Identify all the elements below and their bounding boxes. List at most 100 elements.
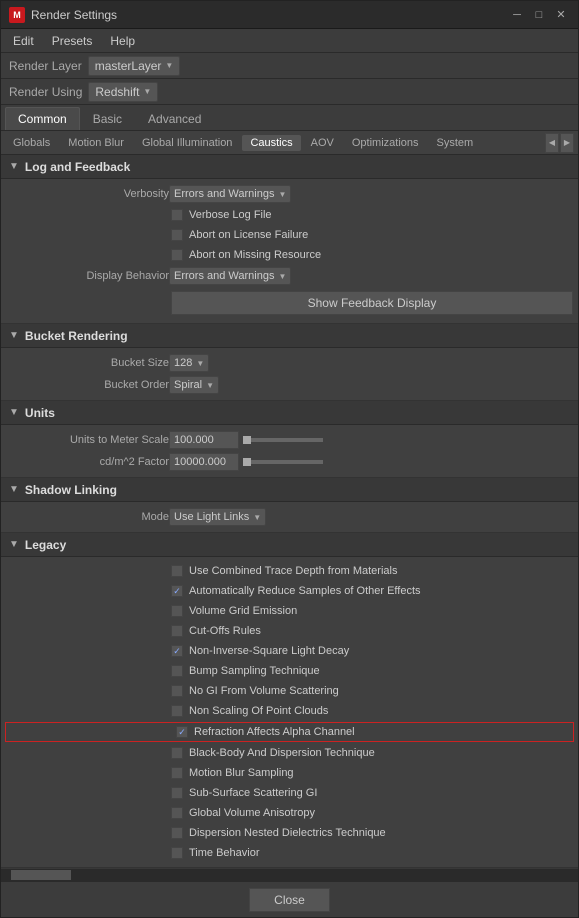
- cd-m2-row: cd/m^2 Factor: [1, 451, 578, 473]
- legacy-checkbox-2[interactable]: [171, 605, 183, 617]
- verbosity-value: Errors and Warnings: [174, 188, 274, 200]
- show-feedback-button[interactable]: Show Feedback Display: [171, 291, 573, 315]
- bucket-size-value-area: 128 ▼: [169, 354, 570, 372]
- legacy-checkbox-0[interactable]: [171, 565, 183, 577]
- maximize-button[interactable]: □: [530, 6, 548, 24]
- cd-m2-label: cd/m^2 Factor: [9, 456, 169, 468]
- legacy-checkbox-label-8: Refraction Affects Alpha Channel: [194, 726, 355, 738]
- legacy-checkbox-label-3: Cut-Offs Rules: [189, 625, 261, 637]
- main-tabs-row: Common Basic Advanced: [1, 105, 578, 131]
- render-using-value: Redshift: [95, 85, 139, 99]
- render-layer-dropdown[interactable]: masterLayer ▼: [88, 56, 181, 76]
- window-title: Render Settings: [31, 8, 508, 22]
- sub-tab-caustics[interactable]: Caustics: [242, 135, 300, 151]
- legacy-checkbox-row-4: Non-Inverse-Square Light Decay: [1, 641, 578, 661]
- horizontal-scrollbar[interactable]: [1, 869, 578, 881]
- bucket-order-dropdown[interactable]: Spiral ▼: [169, 376, 219, 394]
- shadow-linking-header[interactable]: ▼ Shadow Linking: [1, 478, 578, 502]
- legacy-checkbox-label-5: Bump Sampling Technique: [189, 665, 320, 677]
- verbosity-row: Verbosity Errors and Warnings ▼: [1, 183, 578, 205]
- cd-m2-input[interactable]: [169, 453, 239, 471]
- menu-edit[interactable]: Edit: [5, 32, 42, 50]
- units-to-meter-input[interactable]: [169, 431, 239, 449]
- shadow-mode-value-area: Use Light Links ▼: [169, 508, 570, 526]
- cd-m2-value-area: [169, 453, 570, 471]
- display-behavior-dropdown[interactable]: Errors and Warnings ▼: [169, 267, 291, 285]
- close-button[interactable]: Close: [249, 888, 330, 912]
- legacy-checkbox-label-2: Volume Grid Emission: [189, 605, 297, 617]
- shadow-mode-label: Mode: [9, 511, 169, 523]
- legacy-checkbox-14[interactable]: [171, 847, 183, 859]
- bucket-size-dropdown[interactable]: 128 ▼: [169, 354, 209, 372]
- sub-tab-motion-blur[interactable]: Motion Blur: [60, 135, 132, 151]
- legacy-checkbox-9[interactable]: [171, 747, 183, 759]
- units-to-meter-label: Units to Meter Scale: [9, 434, 169, 446]
- abort-license-row: Abort on License Failure: [1, 225, 578, 245]
- render-using-row: Render Using Redshift ▼: [1, 79, 578, 105]
- bucket-size-arrow-icon: ▼: [196, 359, 204, 368]
- sub-tab-prev-button[interactable]: ◀: [545, 133, 559, 153]
- log-and-feedback-header[interactable]: ▼ Log and Feedback: [1, 155, 578, 179]
- sub-tab-aov[interactable]: AOV: [303, 135, 342, 151]
- units-to-meter-slider[interactable]: [243, 438, 323, 442]
- log-section-title: Log and Feedback: [25, 160, 130, 174]
- legacy-checkbox-3[interactable]: [171, 625, 183, 637]
- legacy-checkbox-row-6: No GI From Volume Scattering: [1, 681, 578, 701]
- legacy-checkbox-4[interactable]: [171, 645, 183, 657]
- shadow-mode-dropdown[interactable]: Use Light Links ▼: [169, 508, 266, 526]
- legacy-checkbox-label-10: Motion Blur Sampling: [189, 767, 294, 779]
- sub-tab-optimizations[interactable]: Optimizations: [344, 135, 427, 151]
- menu-help[interactable]: Help: [102, 32, 143, 50]
- render-settings-window: M Render Settings ─ □ ✕ Edit Presets Hel…: [0, 0, 579, 918]
- legacy-checkbox-13[interactable]: [171, 827, 183, 839]
- content-area[interactable]: ▼ Log and Feedback Verbosity Errors and …: [1, 155, 578, 869]
- render-layer-arrow-icon: ▼: [165, 61, 173, 70]
- verbosity-arrow-icon: ▼: [278, 190, 286, 199]
- legacy-checkbox-row-5: Bump Sampling Technique: [1, 661, 578, 681]
- legacy-checkbox-label-9: Black-Body And Dispersion Technique: [189, 747, 375, 759]
- minimize-button[interactable]: ─: [508, 6, 526, 24]
- cd-m2-slider[interactable]: [243, 460, 323, 464]
- shadow-linking-content: Mode Use Light Links ▼: [1, 502, 578, 532]
- tab-basic[interactable]: Basic: [80, 107, 135, 130]
- abort-license-checkbox[interactable]: [171, 229, 183, 241]
- bucket-order-label: Bucket Order: [9, 379, 169, 391]
- shadow-section-arrow-icon: ▼: [9, 484, 19, 495]
- legacy-checkbox-10[interactable]: [171, 767, 183, 779]
- legacy-checkbox-6[interactable]: [171, 685, 183, 697]
- bucket-size-value: 128: [174, 357, 192, 369]
- scrollbar-thumb-horizontal[interactable]: [11, 870, 71, 880]
- verbose-log-checkbox[interactable]: [171, 209, 183, 221]
- shadow-mode-row: Mode Use Light Links ▼: [1, 506, 578, 528]
- bucket-size-label: Bucket Size: [9, 357, 169, 369]
- legacy-checkbox-5[interactable]: [171, 665, 183, 677]
- abort-missing-checkbox[interactable]: [171, 249, 183, 261]
- close-button-area: Close: [1, 881, 578, 917]
- tab-common[interactable]: Common: [5, 107, 80, 130]
- legacy-checkbox-12[interactable]: [171, 807, 183, 819]
- legacy-checkbox-1[interactable]: [171, 585, 183, 597]
- legacy-checkbox-label-7: Non Scaling Of Point Clouds: [189, 705, 328, 717]
- display-behavior-value: Errors and Warnings: [174, 270, 274, 282]
- legacy-checkbox-7[interactable]: [171, 705, 183, 717]
- close-window-button[interactable]: ✕: [552, 6, 570, 24]
- legacy-checkbox-label-11: Sub-Surface Scattering GI: [189, 787, 317, 799]
- legacy-header[interactable]: ▼ Legacy: [1, 533, 578, 557]
- bucket-rendering-header[interactable]: ▼ Bucket Rendering: [1, 324, 578, 348]
- shadow-mode-arrow-icon: ▼: [253, 513, 261, 522]
- sub-tab-next-button[interactable]: ▶: [560, 133, 574, 153]
- legacy-checkbox-row-11: Sub-Surface Scattering GI: [1, 783, 578, 803]
- units-header[interactable]: ▼ Units: [1, 401, 578, 425]
- render-using-dropdown[interactable]: Redshift ▼: [88, 82, 158, 102]
- legacy-checkbox-row-10: Motion Blur Sampling: [1, 763, 578, 783]
- legacy-checkbox-11[interactable]: [171, 787, 183, 799]
- sub-tab-global-illumination[interactable]: Global Illumination: [134, 135, 241, 151]
- tab-advanced[interactable]: Advanced: [135, 107, 214, 130]
- log-section-arrow-icon: ▼: [9, 161, 19, 172]
- sub-tab-system[interactable]: System: [429, 135, 482, 151]
- sub-tab-globals[interactable]: Globals: [5, 135, 58, 151]
- menu-presets[interactable]: Presets: [44, 32, 101, 50]
- legacy-checkbox-8[interactable]: [176, 726, 188, 738]
- log-and-feedback-content: Verbosity Errors and Warnings ▼ Verbose …: [1, 179, 578, 323]
- verbosity-dropdown[interactable]: Errors and Warnings ▼: [169, 185, 291, 203]
